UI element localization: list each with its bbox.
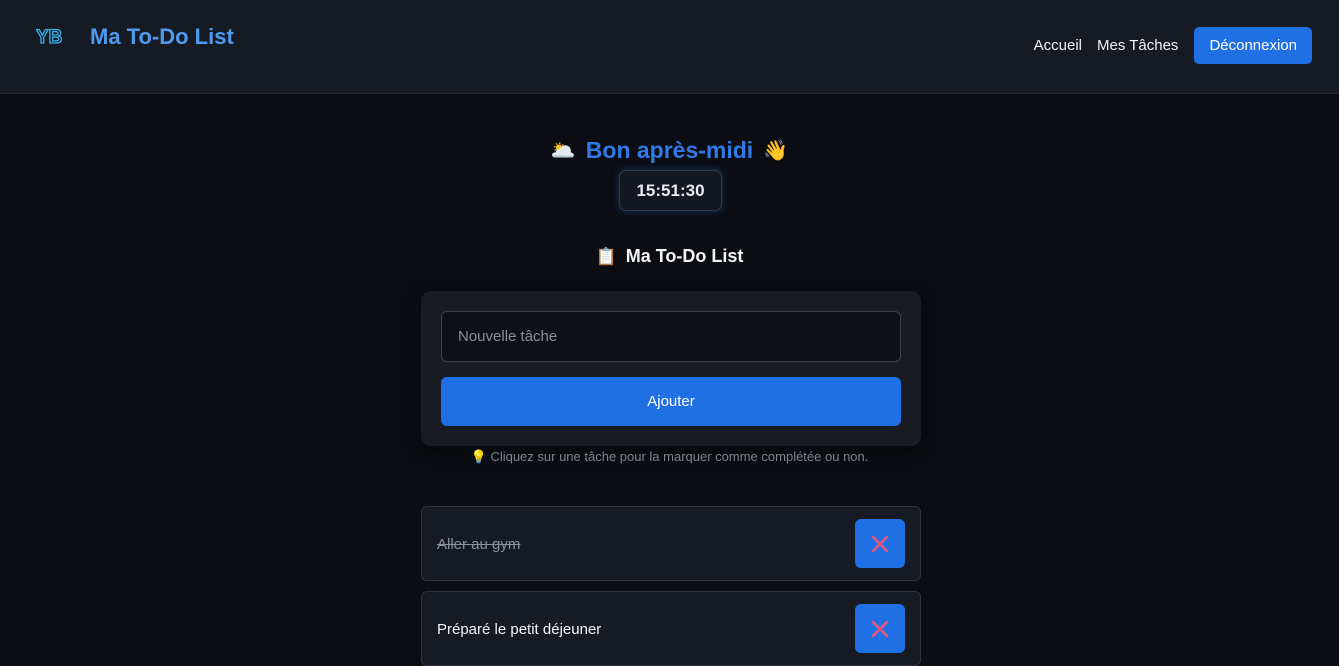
clipboard-icon: 📋 — [595, 246, 617, 266]
logout-button[interactable]: Déconnexion — [1194, 27, 1312, 64]
close-icon — [871, 535, 889, 552]
task-item[interactable]: Préparé le petit déjeuner — [421, 591, 921, 666]
add-task-card: Ajouter — [421, 291, 921, 446]
hint-text: Cliquez sur une tâche pour la marquer co… — [490, 449, 869, 464]
task-text[interactable]: Préparé le petit déjeuner — [437, 621, 601, 638]
brand-title[interactable]: Ma To-Do List — [90, 24, 234, 50]
wave-hand-icon: 👋 — [763, 140, 789, 162]
close-icon — [871, 620, 889, 637]
hint: 💡 Cliquez sur une tâche pour la marquer … — [0, 449, 1339, 465]
delete-task-button[interactable] — [855, 604, 905, 653]
logo-icon[interactable]: YB — [36, 24, 68, 48]
task-text[interactable]: Aller au gym — [437, 536, 520, 553]
list-title: 📋 Ma To-Do List — [0, 246, 1339, 267]
navbar: YB Ma To-Do List Accueil Mes Tâches Déco… — [0, 0, 1339, 94]
nav-links: Accueil Mes Tâches Déconnexion — [1034, 27, 1312, 64]
nav-link-accueil[interactable]: Accueil — [1034, 37, 1082, 54]
greeting-text: Bon après-midi — [585, 137, 754, 163]
new-task-input[interactable] — [441, 311, 901, 362]
list-title-text: Ma To-Do List — [625, 246, 744, 266]
greeting: 🌥️ Bon après-midi 👋 — [0, 137, 1339, 164]
task-item[interactable]: Aller au gym — [421, 506, 921, 581]
clock: 15:51:30 — [619, 170, 722, 211]
svg-text:YB: YB — [36, 27, 62, 48]
sun-cloud-icon: 🌥️ — [550, 140, 576, 162]
delete-task-button[interactable] — [855, 519, 905, 568]
nav-link-mes-taches[interactable]: Mes Tâches — [1097, 37, 1178, 54]
lightbulb-icon: 💡 — [470, 449, 487, 464]
add-task-button[interactable]: Ajouter — [441, 377, 901, 426]
